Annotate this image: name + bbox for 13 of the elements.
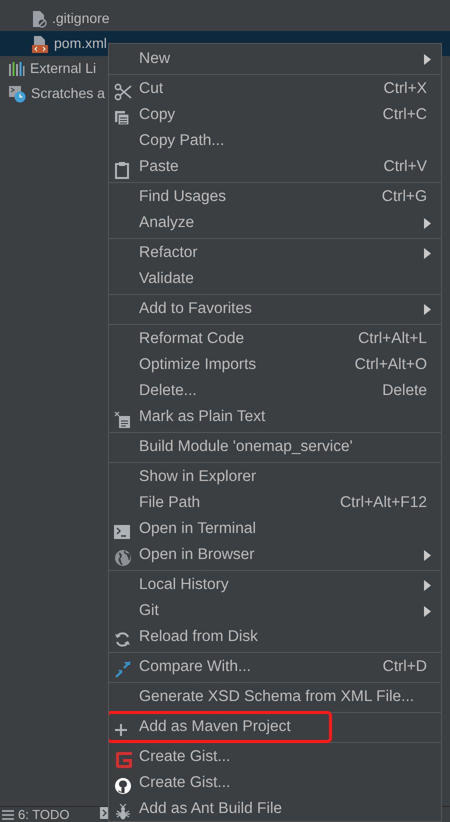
- shortcut-label: Ctrl+G: [382, 187, 427, 208]
- tree-item-label: External Li: [30, 59, 96, 78]
- shortcut-label: Delete: [382, 381, 427, 402]
- shortcut-label: Ctrl+C: [382, 105, 427, 126]
- tree-item-label: Scratches a: [31, 84, 105, 103]
- tree-item-label: pom.xml: [54, 34, 107, 53]
- shortcut-label: Ctrl+V: [384, 157, 427, 178]
- shortcut-label: Ctrl+Alt+L: [358, 329, 427, 350]
- shortcut-label: Ctrl+X: [384, 79, 427, 100]
- shortcut-label: Ctrl+Alt+O: [354, 355, 427, 376]
- shortcut-label: Ctrl+Alt+F12: [340, 493, 427, 514]
- tree-item-label: .gitignore: [52, 9, 110, 28]
- shortcut-label: Ctrl+D: [382, 657, 427, 678]
